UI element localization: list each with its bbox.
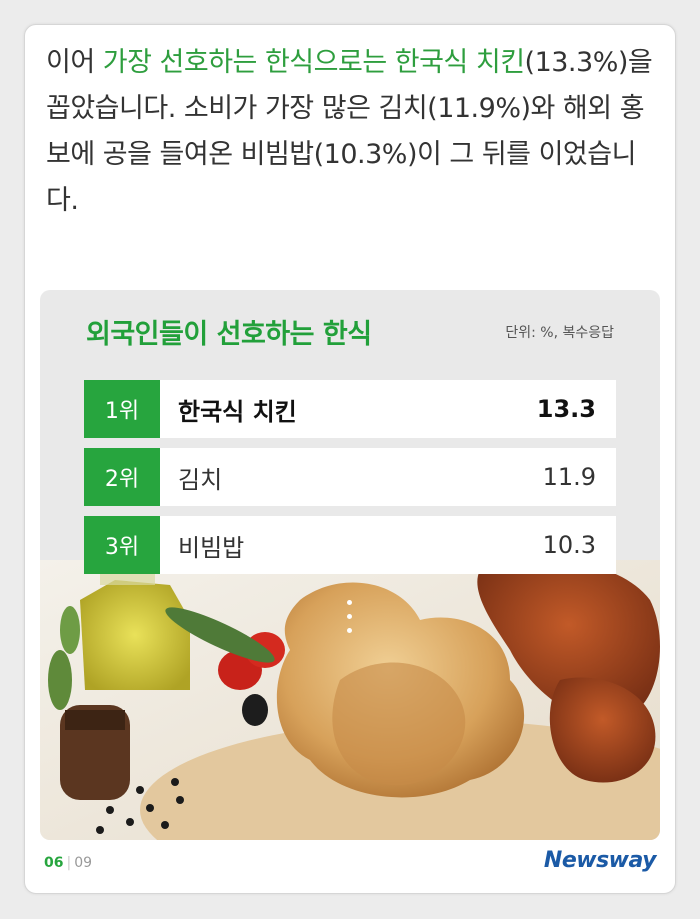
rank-item-value: 11.9 [542,463,596,491]
rank-row-1: 1위 한국식 치킨 13.3 [84,380,616,438]
rank-badge: 2위 [84,448,160,506]
total-pages: 09 [74,855,93,871]
page-indicator: 06 | 09 [44,855,92,871]
ranking-list: 1위 한국식 치킨 13.3 2위 김치 11.9 3위 비빔밥 10.3 [84,380,616,584]
intro-text: 이어 가장 선호하는 한식으로는 한국식 치킨(13.3%)을 꼽았습니다. 소… [46,40,666,224]
current-page: 06 [44,855,64,871]
rank-item-name: 비빔밥 [178,533,245,562]
rank-item-value: 10.3 [542,531,596,559]
ranking-panel: 외국인들이 선호하는 한식 단위: %, 복수응답 1위 한국식 치킨 13.3… [40,290,660,840]
rank-badge: 1위 [84,380,160,438]
unit-note: 단위: %, 복수응답 [505,325,614,341]
page-separator: | [66,855,72,871]
intro-pre: 이어 [46,47,103,78]
rank-item-name: 김치 [178,465,223,494]
intro-highlight: 가장 선호하는 한식으로는 한국식 치킨 [102,47,525,78]
panel-title: 외국인들이 선호하는 한식 [86,319,372,350]
rank-item-name: 한국식 치킨 [178,397,297,426]
brand-logo[interactable]: Newsway [544,848,657,873]
page-dots [347,600,352,642]
rank-row-3: 3위 비빔밥 10.3 [84,516,616,574]
rank-badge: 3위 [84,516,160,574]
rank-item-value: 13.3 [536,395,596,423]
rank-row-2: 2위 김치 11.9 [84,448,616,506]
